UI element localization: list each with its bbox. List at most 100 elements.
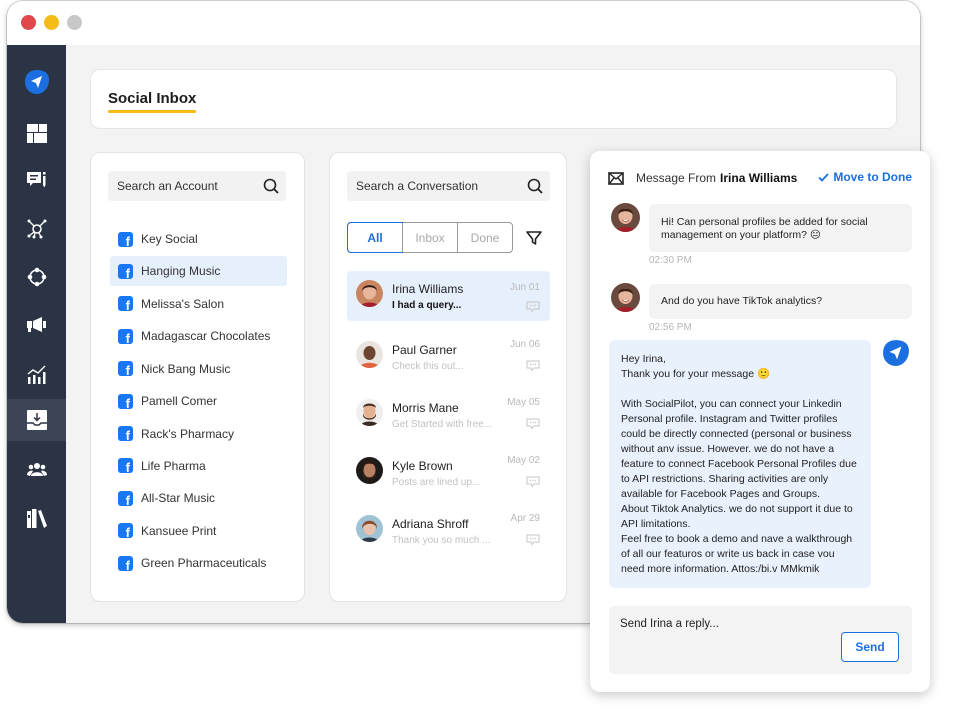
conversation-item[interactable]: Kyle Brown Posts are lined up... May 02 [347,445,550,503]
inbox-download-icon [26,410,47,430]
contact-name: Paul Garner [392,343,457,357]
filter-icon[interactable] [526,230,542,251]
users-group-icon [26,462,47,476]
dashboard-grid-icon [26,123,47,143]
facebook-icon: f [118,231,133,248]
chat-bubble-icon [526,417,540,435]
envelope-icon [608,171,624,185]
message-header: Message From Irina Williams Move to Done [608,170,912,186]
tab-inbox[interactable]: Inbox [402,223,457,252]
nodes-cycle-icon [27,267,46,287]
message-date: May 05 [507,397,540,408]
books-library-icon [26,508,47,528]
chat-bubble-icon [526,533,540,551]
message-timestamp: 02:56 PM [649,322,692,333]
message-snippet: I had a query... [392,300,462,311]
sidebar-item-integrations[interactable] [7,256,66,298]
message-snippet: Check this out... [392,361,464,372]
reply-input[interactable]: Send Irina a reply... Send [609,606,912,674]
page-title: Social Inbox [108,90,197,107]
search-icon[interactable] [256,178,286,194]
sidebar-item-dashboard[interactable] [7,112,66,154]
page-header: Social Inbox [90,69,897,129]
conversation-search-placeholder: Search a Conversation [356,179,479,193]
account-item[interactable]: f Madagascar Chocolates [110,320,287,352]
facebook-icon: f [118,490,133,507]
title-underline [108,110,196,113]
sidebar-item-library[interactable] [7,497,66,539]
bar-chart-trend-icon [27,365,45,384]
sidebar-item-posts[interactable] [7,160,66,202]
move-to-done-button[interactable]: Move to Done [818,170,912,184]
avatar [356,280,383,307]
account-item[interactable]: f Hanging Music [110,256,287,287]
account-item[interactable]: f Kansuee Print [110,515,287,547]
message-date: Apr 29 [510,513,540,524]
account-item[interactable]: f Melissa's Salon [110,288,287,320]
message-snippet: Get Started with free... [392,419,493,430]
conversation-search-input[interactable]: Search a Conversation [347,171,550,201]
tab-all[interactable]: All [347,222,403,253]
network-hub-icon [27,219,46,239]
account-name: Kansuee Print [141,523,217,538]
account-search-input[interactable]: Search an Account [108,171,286,201]
sidebar-item-analytics[interactable] [7,353,66,395]
account-name: All-Star Music [141,491,216,506]
conversation-item[interactable]: Paul Garner Check this out... Jun 06 [347,329,550,387]
conversation-list: Irina Williams I had a query... Jun 01 Paul… [347,271,550,561]
close-window-button[interactable] [21,15,36,30]
account-item[interactable]: f Rack's Pharmacy [110,417,287,449]
account-item[interactable]: f Life Pharma [110,450,287,482]
conversation-item[interactable]: Adriana Shroff Thank you so much ... Apr 2… [347,503,550,561]
account-name: Rack's Pharmacy [141,426,234,441]
account-item[interactable]: f Pamell Comer [110,385,287,417]
send-button[interactable]: Send [841,632,899,662]
accounts-panel: Search an Account f Key Social f Hanging Mu… [90,152,305,602]
maximize-window-button[interactable] [67,15,82,30]
account-name: Nick Bang Music [141,361,231,376]
sidebar-item-connections[interactable] [7,208,66,250]
sidebar-item-campaigns[interactable] [7,304,66,346]
chat-bubble-icon [526,359,540,377]
conversation-item[interactable]: Irina Williams I had a query... Jun 01 [347,271,550,321]
search-icon[interactable] [520,178,550,194]
avatar [356,341,383,368]
sidebar-item-team[interactable] [7,448,66,490]
minimize-window-button[interactable] [44,15,59,30]
sidebar-item-social-inbox[interactable] [7,399,66,441]
account-item[interactable]: f All-Star Music [110,482,287,514]
tab-done[interactable]: Done [457,223,512,252]
account-item[interactable]: f Nick Bang Music [110,353,287,385]
post-message-icon [26,172,45,188]
title-bar [7,1,920,45]
account-name: Hanging Music [141,264,221,279]
sidebar-item-home[interactable] [7,61,66,103]
message-from-label: Message From [636,171,717,185]
contact-name: Adriana Shroff [392,517,469,531]
facebook-icon: f [118,458,133,474]
account-item[interactable]: f Key Social [110,223,287,255]
facebook-icon: f [118,523,133,539]
account-list: f Key Social f Hanging Music f Melissa's Salo… [110,223,287,579]
conversation-tabs: All Inbox Done [347,222,513,253]
facebook-icon: f [118,426,133,442]
account-search-placeholder: Search an Account [117,179,218,193]
account-name: Madagascar Chocolates [141,329,271,344]
sidebar [7,45,66,623]
avatar [356,515,383,542]
facebook-icon: f [118,361,133,377]
account-name: Pamell Comer [141,394,218,409]
account-name: Life Pharma [141,458,206,473]
message-snippet: Thank you so much ... [392,535,491,546]
account-item[interactable]: f Green Pharmaceuticals [110,547,287,579]
facebook-icon: f [118,555,133,572]
message-date: May 02 [507,455,540,466]
conversation-item[interactable]: Morris Mane Get Started with free... May 0… [347,387,550,445]
message-timestamp: 02:30 PM [649,255,692,266]
avatar [356,457,383,484]
incoming-message-bubble: Hi! Can personal profiles be added for s… [649,204,912,252]
contact-name: Morris Mane [392,401,459,415]
incoming-message-bubble: And do you have TikTok analytics? [649,284,912,319]
megaphone-icon [26,317,46,332]
avatar [611,283,640,312]
